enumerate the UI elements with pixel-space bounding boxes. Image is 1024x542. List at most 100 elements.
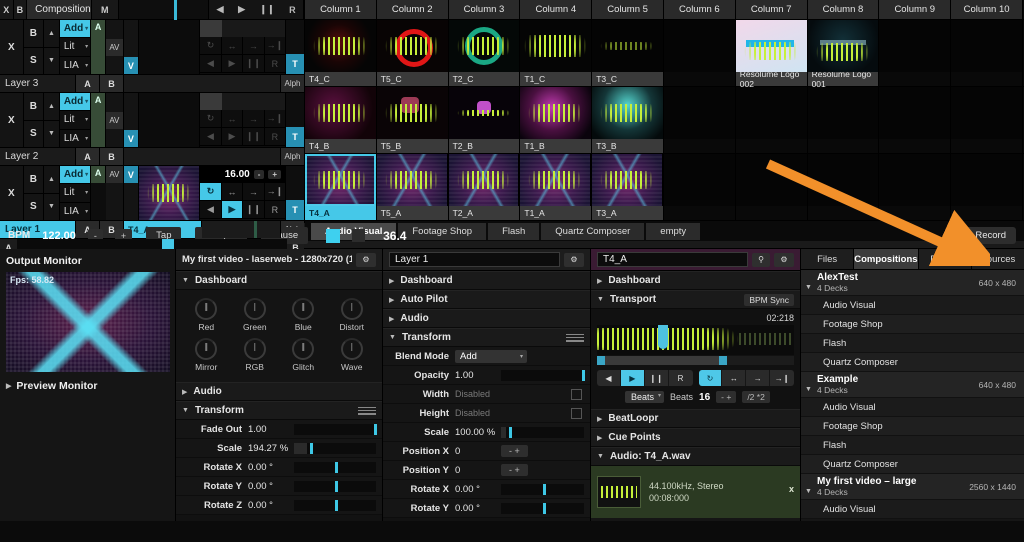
param-slider[interactable] <box>501 427 584 438</box>
clip-cell-empty[interactable] <box>736 154 808 220</box>
param-volume[interactable]: Volume 0.00 <box>591 518 800 521</box>
layer2-hold-icon[interactable]: →❙ <box>265 110 285 127</box>
layer1-a-button[interactable]: A <box>91 166 106 183</box>
section-comp-transform[interactable]: ▼ Transform <box>176 401 382 420</box>
param-value[interactable]: 0.00 ° <box>455 503 501 514</box>
clip-loop-icon[interactable]: ↻ <box>699 370 723 386</box>
knob-dial-icon[interactable] <box>292 298 314 320</box>
param-slider[interactable] <box>501 370 584 381</box>
layer2-v-button[interactable]: V <box>124 130 139 147</box>
param-value[interactable]: 0 <box>455 446 501 457</box>
layer2-loop-buttons[interactable]: ↻ ↔ → →❙ <box>200 110 285 128</box>
clip-prev-button[interactable]: ◀ <box>597 370 621 386</box>
layer3-pause-button[interactable]: ❙❙ <box>243 55 264 72</box>
clip-cell[interactable]: T4_C <box>305 20 377 86</box>
preview-monitor-toggle[interactable]: ▶ Preview Monitor <box>6 380 169 392</box>
clip-cell-empty[interactable] <box>879 154 951 220</box>
layer3-down-arrow-icon[interactable]: ▼ <box>44 48 59 75</box>
layer2-solo-s[interactable]: S <box>24 121 43 148</box>
layer3-blend-b[interactable]: B <box>24 20 43 48</box>
layer2-bypass-x[interactable]: X <box>0 93 24 147</box>
layer3-v-button[interactable]: V <box>124 57 139 74</box>
param-value[interactable]: 0.00 ° <box>248 481 294 492</box>
param-slider[interactable] <box>501 484 584 495</box>
beat-indicator-inactive[interactable] <box>352 229 365 242</box>
knob-dial-icon[interactable] <box>244 338 266 360</box>
gear-icon[interactable]: ⚙ <box>356 253 376 267</box>
clip-cell[interactable]: T1_C <box>520 20 592 86</box>
beats-stepper[interactable]: - + <box>716 391 736 403</box>
layer-name-input[interactable]: Layer 1 <box>389 252 560 267</box>
section-clip-dashboard[interactable]: ▶ Dashboard <box>591 271 800 290</box>
layer3-bypass-x[interactable]: X <box>0 20 24 74</box>
search-icon[interactable]: ⚲ <box>752 253 770 267</box>
layer1-down-arrow-icon[interactable]: ▼ <box>44 194 59 221</box>
comp-random-button[interactable]: R <box>289 5 296 15</box>
param-scale[interactable]: Scale 100.00 % <box>383 423 590 442</box>
layer3-solo-s[interactable]: S <box>24 48 43 75</box>
param-blend-mode[interactable]: Blend Mode Add <box>383 347 590 366</box>
knob-wave[interactable]: Wave <box>328 338 376 372</box>
clip-cell-empty[interactable] <box>951 154 1023 220</box>
comp-pause-button[interactable]: ❙❙ <box>260 4 275 15</box>
layer1-t-button[interactable]: T <box>286 200 304 220</box>
knob-dial-icon[interactable] <box>195 338 217 360</box>
list-item[interactable]: Quartz Composer <box>801 353 1024 372</box>
clip-cell-empty[interactable] <box>664 87 736 153</box>
layer1-v-button[interactable]: V <box>124 166 139 183</box>
layer1-blend-b[interactable]: B <box>24 166 43 194</box>
param-value[interactable]: 1.00 <box>455 370 501 381</box>
layer3-blend-lia[interactable]: LIA <box>60 57 90 74</box>
composition-solo-b[interactable]: B <box>14 0 28 19</box>
chevron-down-icon[interactable]: ▼ <box>805 386 817 397</box>
layer3-play-button[interactable]: ▶ <box>222 55 243 72</box>
layer3-prev-button[interactable]: ◀ <box>200 55 221 72</box>
column-header-8[interactable]: Column 8 <box>808 0 880 19</box>
layer1-bounce-icon[interactable]: ↔ <box>222 183 243 200</box>
param-rotate-x[interactable]: Rotate X 0.00 ° <box>176 458 382 477</box>
layer3-loop-icon[interactable]: ↻ <box>200 37 221 54</box>
layer1-loop-plus[interactable]: + <box>268 170 281 179</box>
clip-cell[interactable]: T3_C <box>592 20 664 86</box>
layer3-play-buttons[interactable]: ◀ ▶ ❙❙ R <box>200 55 285 73</box>
layer1-prev-button[interactable]: ◀ <box>200 201 221 218</box>
clip-random-button[interactable]: R <box>669 370 693 386</box>
layer2-once-icon[interactable]: → <box>243 110 264 127</box>
comp-prev-button[interactable]: ◀ <box>217 4 224 15</box>
section-comp-dashboard[interactable]: ▼ Dashboard <box>176 271 382 290</box>
deck-tab-empty[interactable]: empty <box>646 223 700 240</box>
section-layer-autopilot[interactable]: ▶ Auto Pilot <box>383 290 590 309</box>
layer2-blend-add[interactable]: Add <box>60 93 90 111</box>
tab-files[interactable]: Files <box>801 249 854 269</box>
clip-scrub-bar[interactable] <box>597 356 794 365</box>
param-rotate-y[interactable]: Rotate Y 0.00 ° <box>383 499 590 518</box>
column-header-7[interactable]: Column 7 <box>736 0 808 19</box>
layer2-blend-lit[interactable]: Lit <box>60 111 90 129</box>
param-value[interactable]: 100.00 % <box>455 427 501 438</box>
layer2-prev-button[interactable]: ◀ <box>200 128 221 145</box>
layer3-alpha-button[interactable]: Alph <box>281 75 304 92</box>
menu-icon[interactable] <box>358 407 376 415</box>
loop-in-handle[interactable] <box>597 356 605 365</box>
width-checkbox[interactable] <box>571 389 582 400</box>
layer2-loop-icon[interactable]: ↻ <box>200 110 221 127</box>
beat-indicator-active[interactable] <box>326 229 340 243</box>
record-button[interactable]: Record <box>953 227 1016 244</box>
list-item[interactable]: Audio Visual <box>801 398 1024 417</box>
layer2-foot-b[interactable]: B <box>100 148 124 165</box>
knob-dial-icon[interactable] <box>292 338 314 360</box>
layer3-foot-a[interactable]: A <box>76 75 100 92</box>
param-value[interactable]: 0.00 ° <box>455 484 501 495</box>
layer2-av-button[interactable]: AV <box>106 112 122 129</box>
column-header-3[interactable]: Column 3 <box>449 0 521 19</box>
composition-bypass-x[interactable]: X <box>0 0 14 19</box>
knob-mirror[interactable]: Mirror <box>182 338 230 372</box>
clip-cell[interactable]: T1_B <box>520 87 592 153</box>
layer3-foot-b[interactable]: B <box>100 75 124 92</box>
clip-cell[interactable]: T5_B <box>377 87 449 153</box>
section-comp-audio[interactable]: ▶ Audio <box>176 382 382 401</box>
section-layer-dashboard[interactable]: ▶ Dashboard <box>383 271 590 290</box>
list-item[interactable]: Audio Visual <box>801 296 1024 315</box>
gear-icon[interactable]: ⚙ <box>774 253 794 267</box>
knob-blue[interactable]: Blue <box>279 298 327 332</box>
